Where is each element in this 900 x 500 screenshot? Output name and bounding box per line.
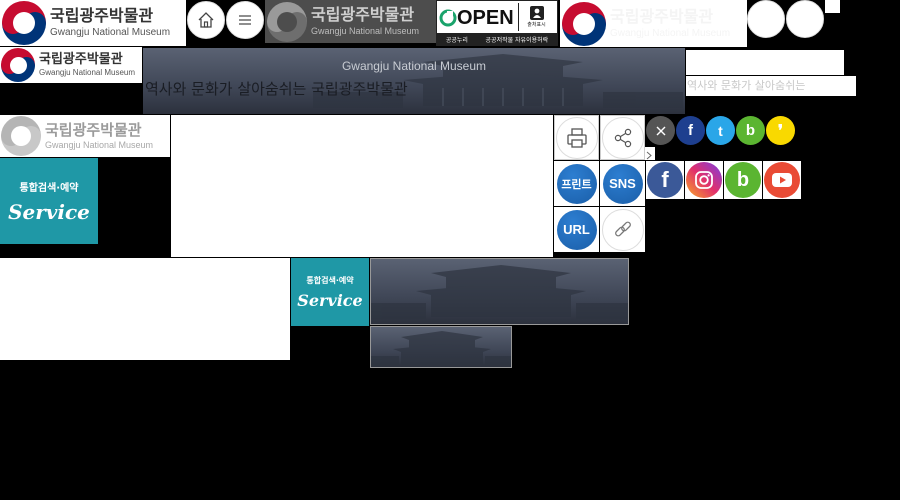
- share-pointer: [645, 147, 655, 160]
- print-round-button[interactable]: 프린트: [554, 161, 599, 206]
- blank-tile: [825, 0, 840, 13]
- instagram-glyph: [695, 171, 713, 189]
- share-button[interactable]: [600, 115, 645, 160]
- instagram-button[interactable]: [685, 161, 723, 199]
- museum-name-ko: 국립광주박물관: [45, 120, 142, 139]
- url-round-button[interactable]: URL: [554, 207, 599, 252]
- menu-button-blank[interactable]: [786, 0, 824, 38]
- close-icon: [656, 126, 665, 135]
- badge-label: 출처표시: [527, 22, 546, 28]
- share-icon: [614, 128, 631, 147]
- person-icon: [529, 6, 544, 20]
- url-label: URL: [563, 222, 590, 237]
- taegeuk-emblem: [1, 48, 35, 82]
- license-caption: 공공누리 공공저작물 자유이용허락: [437, 33, 557, 45]
- taegeuk-emblem: [267, 1, 307, 42]
- caption-right: 공공저작물 자유이용허락: [485, 36, 549, 44]
- kogl-license-badge[interactable]: OPEN 출처표시 공공누리 공공저작물 자유이용허락: [436, 0, 558, 46]
- museum-name-ko: 국립광주박물관: [39, 52, 123, 67]
- youtube-button[interactable]: [763, 161, 801, 199]
- service-line2: Service: [297, 290, 363, 310]
- open-label: OPEN: [457, 6, 514, 29]
- blog-icon: b: [745, 122, 756, 139]
- url-round: URL: [556, 209, 597, 250]
- printer-icon: [566, 127, 587, 148]
- sns-label: SNS: [609, 176, 636, 191]
- museum-logo-gray[interactable]: 국립광주박물관 Gwangju National Museum: [265, 0, 436, 43]
- home-button[interactable]: [187, 1, 225, 39]
- youtube-icon: [764, 162, 800, 198]
- museum-logo-small[interactable]: 국립광주박물관 Gwangju National Museum: [0, 47, 142, 83]
- caption-left: 공공누리: [445, 36, 468, 44]
- taegeuk-emblem: [562, 1, 606, 46]
- attribution-mark: 출처표시: [518, 3, 554, 31]
- museum-logo-gray-small[interactable]: 국립광주박물관 Gwangju National Museum: [0, 115, 170, 157]
- blog-share-small[interactable]: b: [736, 116, 765, 145]
- twitter-icon: t: [718, 122, 723, 139]
- print-label: 프린트: [561, 178, 592, 191]
- banner-slogan: 역사와 문화가 살아숨쉬는 국립광주박물관: [145, 80, 408, 98]
- kakaostory-share-small[interactable]: ❜: [766, 116, 795, 145]
- content-panel-blank-2: [0, 258, 290, 360]
- service-line1: 통합검색·예약: [19, 182, 79, 194]
- taegeuk-emblem: [2, 1, 46, 45]
- building-banner: [370, 258, 629, 325]
- blog-button[interactable]: b: [724, 161, 762, 199]
- print-circle: [555, 116, 598, 159]
- service-banner[interactable]: 통합검색·예약 Service: [0, 158, 98, 244]
- facebook-icon: f: [688, 122, 693, 139]
- home-button-blank[interactable]: [747, 0, 785, 38]
- museum-building-illustration: [371, 265, 628, 319]
- open-mark: OPEN: [439, 3, 515, 33]
- taegeuk-emblem: [1, 116, 41, 156]
- menu-icon: [239, 15, 251, 25]
- museum-name-en: Gwangju National Museum: [39, 68, 136, 77]
- kakaostory-icon: ❜: [777, 122, 784, 140]
- blog-icon: b: [725, 162, 761, 198]
- print-round: 프린트: [556, 163, 597, 204]
- museum-name-en: Gwangju National Museum: [45, 139, 154, 150]
- service-line1: 통합검색·예약: [306, 275, 354, 285]
- link-icon: [614, 221, 631, 236]
- menu-button[interactable]: [226, 1, 264, 39]
- print-button[interactable]: [554, 115, 599, 160]
- facebook-icon: f: [647, 162, 683, 198]
- banner-placeholder: [686, 50, 844, 75]
- sns-round: SNS: [602, 163, 643, 204]
- museum-name-en: Gwangju National Museum: [50, 27, 171, 38]
- sns-round-button[interactable]: SNS: [600, 161, 645, 206]
- facebook-button[interactable]: f: [646, 161, 684, 199]
- content-panel-blank: [171, 115, 553, 257]
- museum-logo-faded[interactable]: 국립광주박물관 Gwangju National Museum: [560, 0, 747, 47]
- museum-name-en: Gwangju National Museum: [610, 27, 731, 39]
- link-circle: [601, 208, 644, 251]
- banner-title-en: Gwangju National Museum: [341, 59, 487, 73]
- banner-slogan-faded: 역사와 문화가 살아숨쉬는: [686, 76, 856, 96]
- twitter-share-small[interactable]: t: [706, 116, 735, 145]
- museum-name-ko: 국립광주박물관: [50, 6, 154, 25]
- museum-name-en: Gwangju National Museum: [311, 26, 420, 36]
- copy-link-button[interactable]: [600, 207, 645, 252]
- youtube-glyph: [772, 173, 792, 187]
- home-icon: [198, 12, 214, 28]
- museum-name-ko: 국립광주박물관: [610, 6, 714, 26]
- share-circle: [601, 116, 644, 159]
- museum-logo[interactable]: 국립광주박물관 Gwangju National Museum: [0, 0, 186, 46]
- museum-building-illustration: [371, 331, 511, 366]
- museum-name-ko: 국립광주박물관: [311, 5, 415, 24]
- service-banner-small[interactable]: 통합검색·예약 Service: [291, 258, 369, 326]
- main-banner: Gwangju National Museum 역사와 문화가 살아숨쉬는 국립…: [143, 48, 685, 114]
- facebook-share-small[interactable]: f: [676, 116, 705, 145]
- instagram-icon: [686, 162, 722, 198]
- share-close-button[interactable]: [646, 116, 675, 145]
- building-banner-small: [370, 326, 512, 368]
- service-line2: Service: [8, 199, 90, 224]
- open-circle-icon: [439, 9, 457, 27]
